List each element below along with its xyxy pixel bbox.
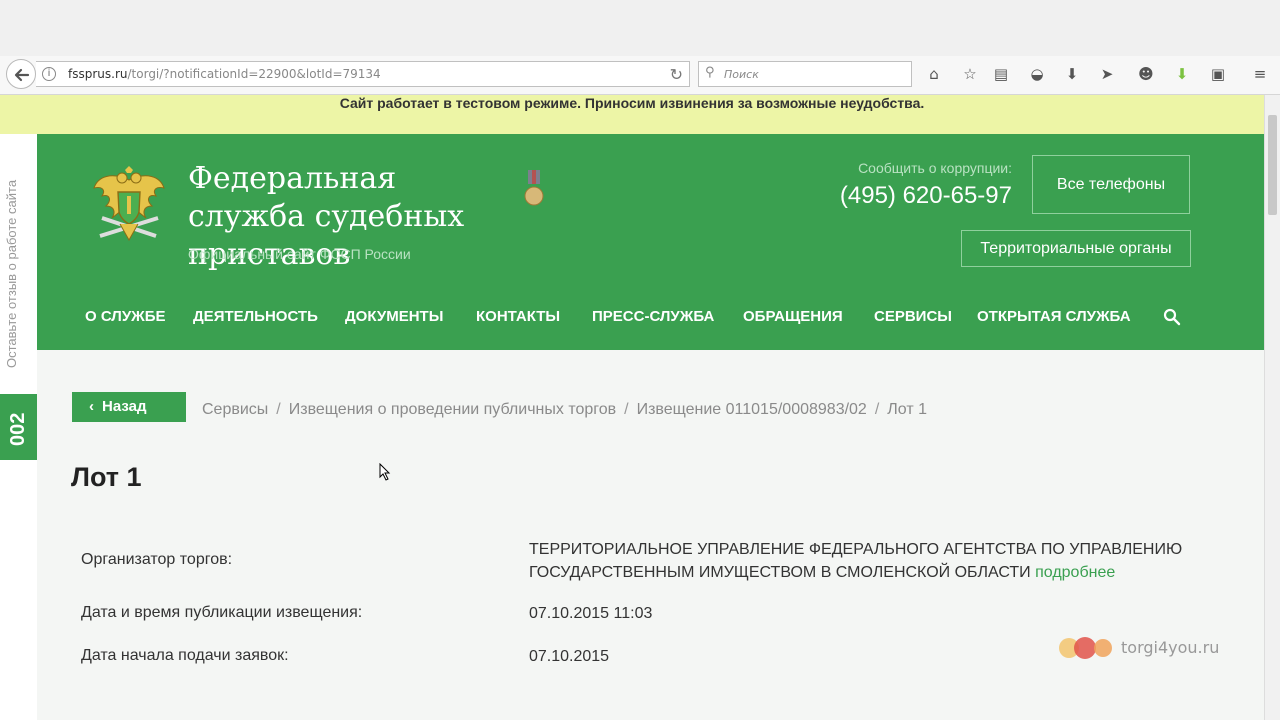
breadcrumb-separator: / xyxy=(624,401,629,418)
bookmarks-list-icon[interactable]: ▤ xyxy=(991,64,1011,84)
more-link[interactable]: подробнее xyxy=(1035,564,1115,581)
application-start-label: Дата начала подачи заявок: xyxy=(81,647,289,664)
pocket-icon[interactable]: ◒ xyxy=(1027,64,1047,84)
nav-item-contacts[interactable]: КОНТАКТЫ xyxy=(476,308,560,325)
browser-search-input[interactable]: ⚲ Поиск xyxy=(698,61,912,87)
org-subtitle: Официальный сайт ФССП России xyxy=(188,246,411,262)
nav-item-documents[interactable]: ДОКУМЕНТЫ xyxy=(345,308,443,325)
corruption-label: Сообщить о коррупции: xyxy=(858,160,1012,176)
publication-date-value: 07.10.2015 11:03 xyxy=(529,605,653,622)
chat-icon[interactable]: ☻ xyxy=(1136,64,1156,84)
send-icon[interactable]: ➤ xyxy=(1097,64,1117,84)
organizer-label: Организатор торгов: xyxy=(81,551,233,568)
nav-item-services[interactable]: СЕРВИСЫ xyxy=(874,308,952,325)
breadcrumb-services[interactable]: Сервисы xyxy=(202,401,268,418)
screen-top-area xyxy=(0,0,1280,56)
scrollbar-thumb[interactable] xyxy=(1268,115,1277,215)
menu-icon[interactable]: ≡ xyxy=(1250,64,1270,84)
watermark: torgi4you.ru xyxy=(1057,636,1237,660)
watermark-text: torgi4you.ru xyxy=(1121,638,1220,657)
mouse-cursor-icon xyxy=(379,463,391,481)
corruption-phone[interactable]: (495) 620-65-97 xyxy=(797,182,1012,210)
reload-icon[interactable]: ↻ xyxy=(670,65,683,84)
territorial-bodies-button[interactable]: Территориальные органы xyxy=(961,230,1191,267)
back-button-label: Назад xyxy=(102,398,147,415)
page-title: Лот 1 xyxy=(71,462,142,492)
feedback-number: 002 xyxy=(7,412,29,446)
nav-item-about[interactable]: О СЛУЖБЕ xyxy=(85,308,166,325)
search-placeholder: Поиск xyxy=(724,68,759,81)
breadcrumb-current: Лот 1 xyxy=(887,401,927,418)
feedback-label: Оставьте отзыв о работе сайта xyxy=(4,179,19,368)
url-text: fssprus.ru/torgi/?notificationId=22900&l… xyxy=(68,67,381,81)
bookmark-star-icon[interactable]: ☆ xyxy=(960,64,980,84)
green-download-icon[interactable]: ⬇ xyxy=(1172,64,1192,84)
main-content: ‹ Назад Сервисы / Извещения о проведении пу… xyxy=(37,350,1264,720)
browser-toolbar: i fssprus.ru/torgi/?notificationId=22900… xyxy=(0,56,1280,95)
browser-back-button[interactable] xyxy=(6,59,36,89)
breadcrumb-notice[interactable]: Извещение 011015/0008983/02 xyxy=(637,401,867,418)
download-icon[interactable]: ⬇ xyxy=(1062,64,1082,84)
nav-item-appeals[interactable]: ОБРАЩЕНИЯ xyxy=(743,308,843,325)
info-icon[interactable]: i xyxy=(42,67,56,81)
address-bar[interactable]: i fssprus.ru/torgi/?notificationId=22900… xyxy=(36,61,690,87)
home-icon[interactable]: ⌂ xyxy=(924,64,944,84)
page-scrollbar[interactable] xyxy=(1264,95,1280,720)
medal-icon xyxy=(524,170,544,206)
test-mode-notice: Сайт работает в тестовом режиме. Приноси… xyxy=(0,95,1264,134)
nav-item-activity[interactable]: ДЕЯТЕЛЬНОСТЬ xyxy=(193,308,318,325)
organizer-value: ТЕРРИТОРИАЛЬНОЕ УПРАВЛЕНИЕ ФЕДЕРАЛЬНОГО … xyxy=(529,538,1189,584)
breadcrumb-notices[interactable]: Извещения о проведении публичных торгов xyxy=(289,401,616,418)
breadcrumb-separator: / xyxy=(276,401,281,418)
back-arrow-icon xyxy=(14,68,30,82)
chevron-left-icon: ‹ xyxy=(89,398,94,415)
publication-date-label: Дата и время публикации извещения: xyxy=(81,604,363,621)
feedback-tab[interactable]: Оставьте отзыв о работе сайта xyxy=(0,134,38,392)
breadcrumb-separator: / xyxy=(874,401,880,418)
nav-item-press[interactable]: ПРЕСС-СЛУЖБА xyxy=(592,308,714,325)
all-phones-button[interactable]: Все телефоны xyxy=(1032,155,1190,214)
extension-icon[interactable]: ▣ xyxy=(1208,64,1228,84)
url-host: fssprus.ru xyxy=(68,67,128,81)
back-button[interactable]: ‹ Назад xyxy=(72,392,186,422)
nav-item-open-service[interactable]: ОТКРЫТАЯ СЛУЖБА xyxy=(977,308,1131,325)
site-header: Федеральная служба судебных приставов Оф… xyxy=(37,134,1264,350)
breadcrumb: Сервисы / Извещения о проведении публичных… xyxy=(202,401,927,419)
feedback-counter[interactable]: 002 xyxy=(0,394,37,460)
search-icon[interactable] xyxy=(1163,308,1181,326)
watermark-logo-icon xyxy=(1059,637,1112,659)
eagle-emblem-icon[interactable] xyxy=(92,166,167,246)
url-path: /torgi/?notificationId=22900&lotId=79134 xyxy=(127,67,381,81)
search-icon: ⚲ xyxy=(705,65,715,80)
